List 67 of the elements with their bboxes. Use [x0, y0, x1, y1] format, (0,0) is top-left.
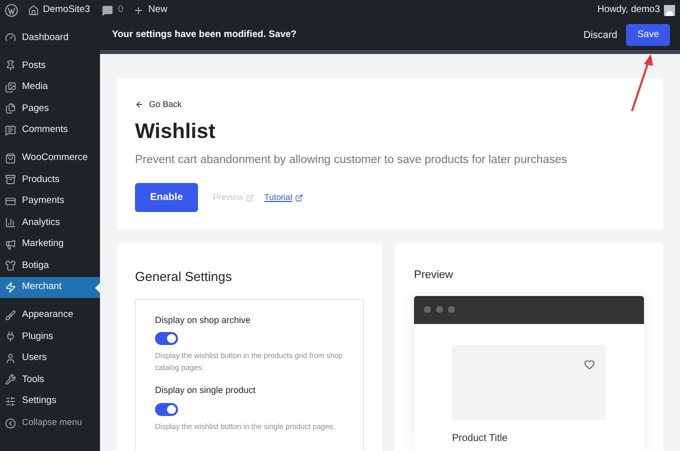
tutorial-link[interactable]: Tutorial — [264, 191, 304, 204]
collapse-menu-button[interactable]: Collapse menu — [0, 412, 100, 434]
sidebar-item[interactable]: Analytics — [0, 212, 100, 234]
sidebar-item[interactable]: Posts — [0, 55, 100, 76]
sidebar-item[interactable]: Appearance — [0, 304, 100, 326]
greeting-link[interactable]: Howdy, demo3 — [597, 2, 660, 18]
notice-message: Your settings have been modified. Save? — [112, 28, 297, 42]
brush-icon — [5, 310, 16, 321]
external-link-icon — [295, 194, 304, 202]
home-icon[interactable] — [28, 4, 39, 16]
window-dots-icon — [424, 306, 455, 313]
pages-icon — [5, 103, 16, 114]
module-title: Wishlist — [135, 120, 216, 142]
wrench-icon — [5, 374, 16, 386]
sidebar-item[interactable]: WooCommerce — [0, 148, 100, 169]
settings-title: General Settings — [135, 268, 233, 286]
bag-icon — [5, 152, 16, 164]
go-back-link[interactable]: Go Back — [135, 98, 182, 111]
sidebar-item[interactable]: Products — [0, 169, 100, 190]
sidebar-item[interactable]: Media — [0, 76, 100, 98]
heart-icon[interactable] — [584, 358, 595, 370]
option-label: Display on single product — [155, 384, 257, 397]
sidebar-item[interactable]: Tools — [0, 369, 100, 390]
arrow-left-icon — [135, 100, 144, 109]
avatar-icon[interactable] — [664, 4, 675, 16]
card-icon — [5, 196, 16, 207]
megaphone-icon — [5, 238, 16, 250]
dashboard-icon — [5, 32, 16, 44]
plug-icon — [5, 331, 16, 342]
wordpress-logo-icon[interactable] — [5, 4, 18, 16]
bar-chart-icon — [5, 217, 16, 228]
sliders-icon — [5, 396, 16, 407]
comment-count: 0 — [118, 2, 124, 17]
option-label: Display on shop archive — [155, 314, 252, 327]
module-description: Prevent cart abandonment by allowing customer to save products for later purchases — [135, 152, 568, 168]
bolt-icon — [5, 282, 16, 293]
preview-title: Preview — [414, 268, 454, 283]
comment-icon — [5, 124, 16, 136]
annotation-arrow — [628, 52, 656, 114]
new-link[interactable]: New — [148, 2, 168, 18]
sidebar-item[interactable]: Pages — [0, 98, 100, 120]
enable-button[interactable]: Enable — [135, 183, 198, 212]
shirt-icon — [5, 260, 16, 272]
sidebar-item[interactable]: Plugins — [0, 326, 100, 348]
site-name-link[interactable]: DemoSite3 — [43, 2, 90, 18]
plus-icon[interactable] — [133, 4, 144, 16]
sidebar-item[interactable]: Payments — [0, 190, 100, 212]
user-icon — [5, 352, 16, 364]
sidebar-item[interactable]: Settings — [0, 390, 100, 412]
save-button[interactable]: Save — [626, 24, 670, 46]
current-pointer-icon — [95, 282, 100, 292]
toggle-switch[interactable] — [155, 332, 178, 345]
product-title: Product Title — [452, 432, 509, 446]
images-icon — [5, 82, 16, 93]
collapse-icon — [5, 418, 16, 428]
sidebar-item[interactable]: Botiga — [0, 255, 100, 276]
archive-icon — [5, 174, 16, 186]
sidebar-item[interactable]: Comments — [0, 120, 100, 141]
pin-icon — [5, 60, 16, 72]
comment-icon[interactable] — [102, 4, 113, 16]
sidebar-item[interactable]: Merchant — [0, 276, 100, 298]
sidebar-item[interactable]: Marketing — [0, 234, 100, 255]
sidebar-item[interactable]: Dashboard — [0, 27, 100, 48]
sidebar-item[interactable]: Users — [0, 348, 100, 369]
external-link-icon — [246, 194, 254, 202]
toggle-switch[interactable] — [155, 402, 178, 416]
discard-button[interactable]: Discard — [583, 28, 618, 42]
